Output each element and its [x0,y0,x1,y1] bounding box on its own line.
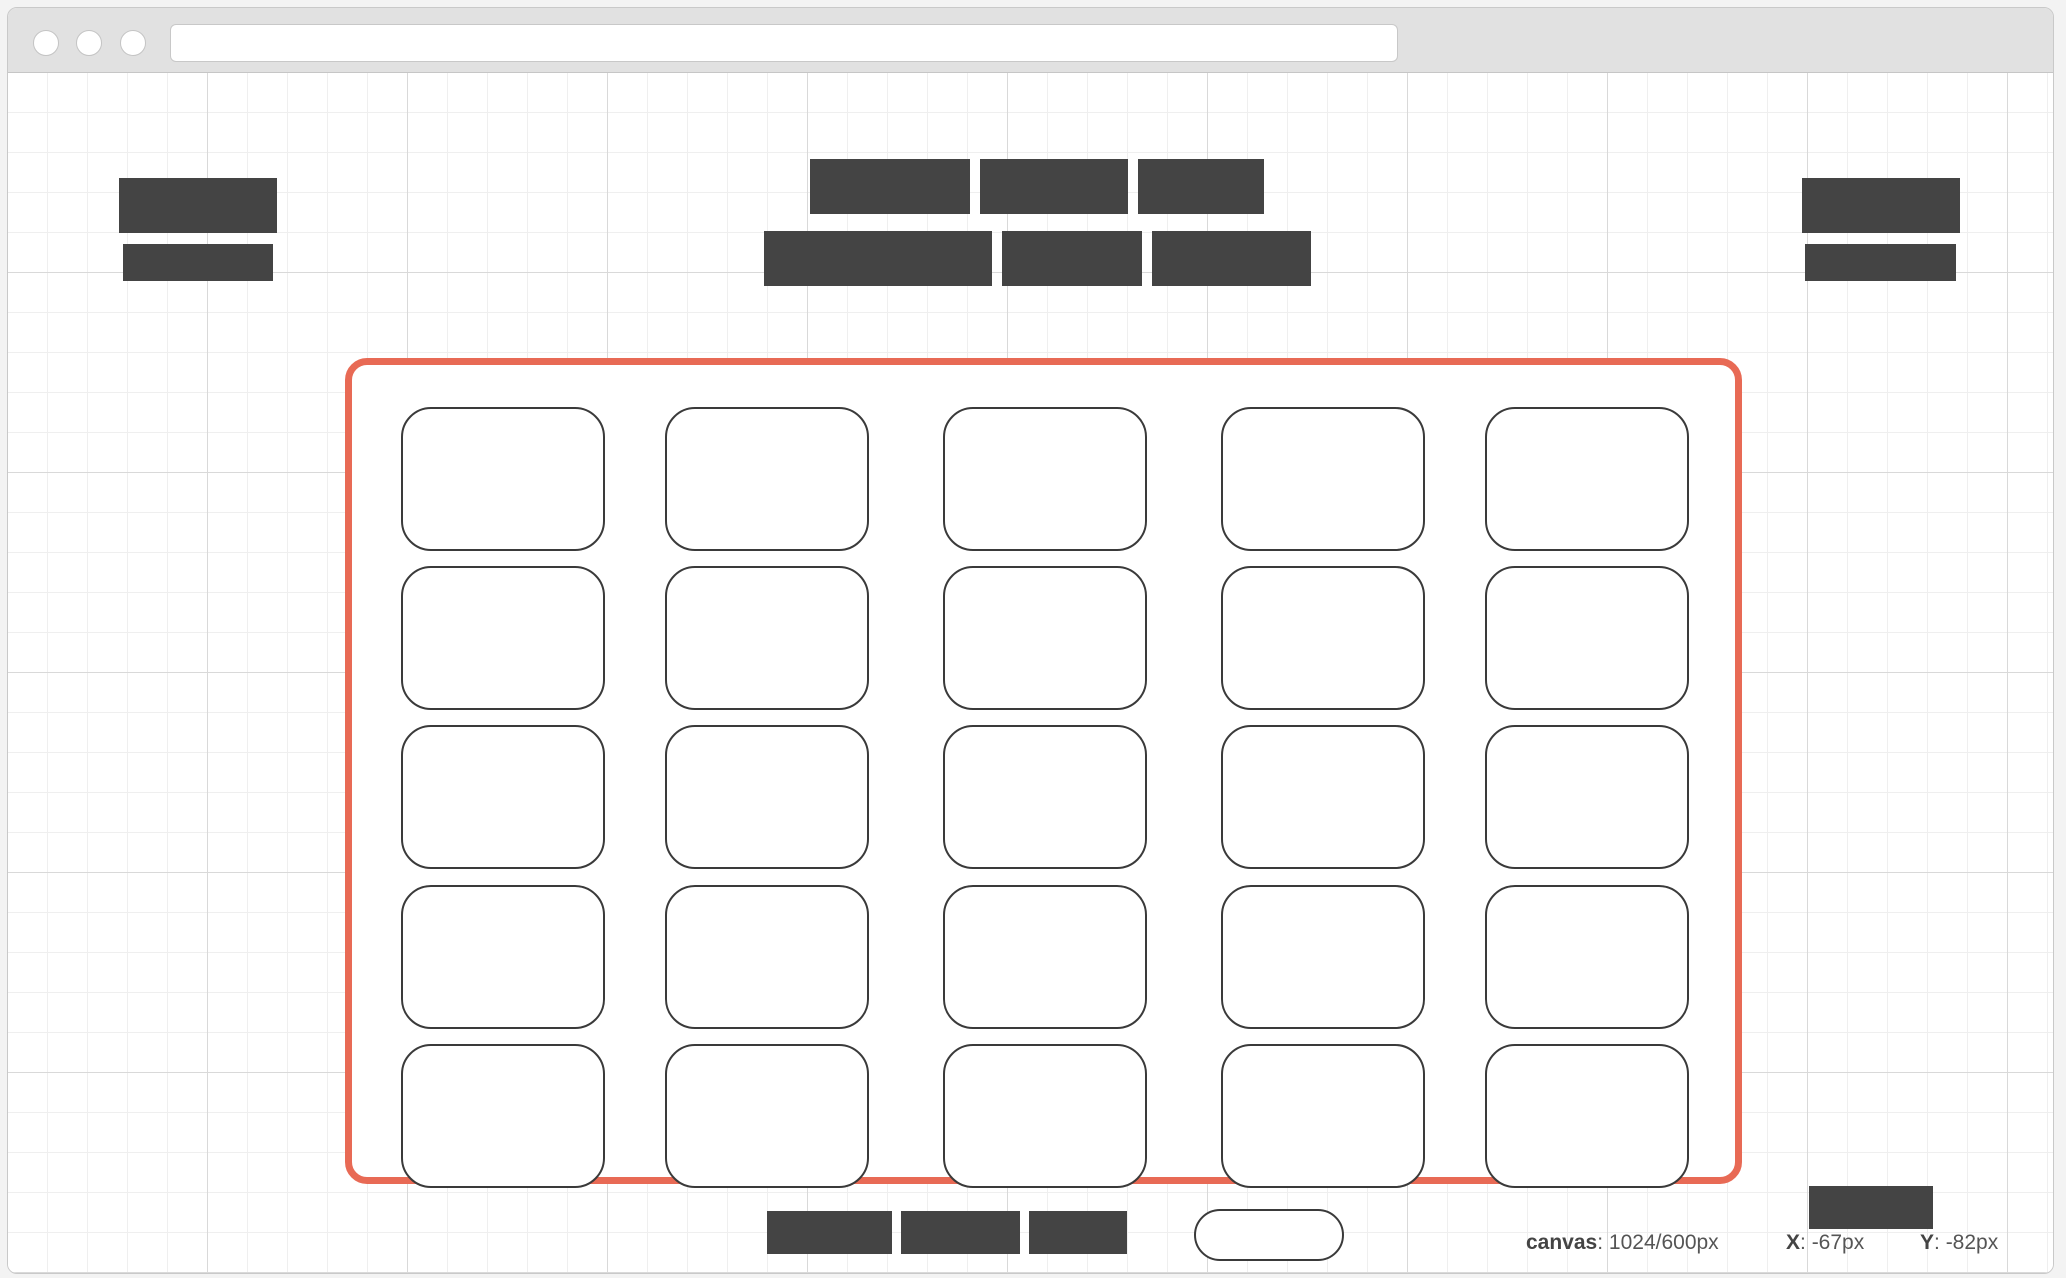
nav-block-5[interactable] [1002,231,1142,286]
nav-block-3[interactable] [1138,159,1264,214]
footer-right-block [1809,1186,1933,1229]
left-subtitle-block [123,244,273,281]
grid-tile[interactable] [943,725,1147,869]
grid-tile[interactable] [1221,725,1425,869]
wireframe-canvas: canvas: 1024/600px X: -67px Y: -82px W [8,73,2053,1273]
left-title-block [119,178,277,233]
grid-tile[interactable] [401,566,605,710]
footer-pill-button[interactable] [1194,1209,1344,1261]
grid-tile[interactable] [401,885,605,1029]
address-bar[interactable] [170,24,1398,62]
grid-tile[interactable] [665,566,869,710]
x-readout: X: -67px [1786,1231,1865,1254]
footer-block-2[interactable] [901,1211,1020,1254]
grid-tile[interactable] [1221,885,1425,1029]
grid-tile[interactable] [943,885,1147,1029]
grid-tile[interactable] [1485,885,1689,1029]
grid-tile[interactable] [943,1044,1147,1188]
grid-tile[interactable] [665,885,869,1029]
footer-block-1[interactable] [767,1211,892,1254]
grid-tile[interactable] [1221,1044,1425,1188]
canvas-size-readout: canvas: 1024/600px [1526,1231,1719,1254]
nav-block-2[interactable] [980,159,1128,214]
browser-window: canvas: 1024/600px X: -67px Y: -82px W [7,7,2054,1274]
grid-tile[interactable] [1221,407,1425,551]
grid-tile[interactable] [401,725,605,869]
grid-tile[interactable] [401,407,605,551]
minimize-dot-icon[interactable] [76,30,102,56]
y-readout: Y: -82px [1920,1231,1999,1254]
maximize-dot-icon[interactable] [120,30,146,56]
grid-tile[interactable] [1485,1044,1689,1188]
grid-tile[interactable] [665,1044,869,1188]
grid-tile[interactable] [665,407,869,551]
close-dot-icon[interactable] [33,30,59,56]
nav-block-6[interactable] [1152,231,1311,286]
grid-tile[interactable] [665,725,869,869]
nav-block-1[interactable] [810,159,970,214]
right-title-block [1802,178,1960,233]
grid-tile[interactable] [1485,407,1689,551]
status-bar: canvas: 1024/600px X: -67px Y: -82px W [1526,1231,2053,1263]
grid-tile[interactable] [943,407,1147,551]
nav-block-4[interactable] [764,231,992,286]
grid-tile[interactable] [401,1044,605,1188]
grid-tile[interactable] [1485,566,1689,710]
right-subtitle-block [1805,244,1956,281]
grid-tile[interactable] [1485,725,1689,869]
title-bar [8,8,2053,73]
grid-tile[interactable] [943,566,1147,710]
grid-tile[interactable] [1221,566,1425,710]
footer-block-3[interactable] [1029,1211,1127,1254]
